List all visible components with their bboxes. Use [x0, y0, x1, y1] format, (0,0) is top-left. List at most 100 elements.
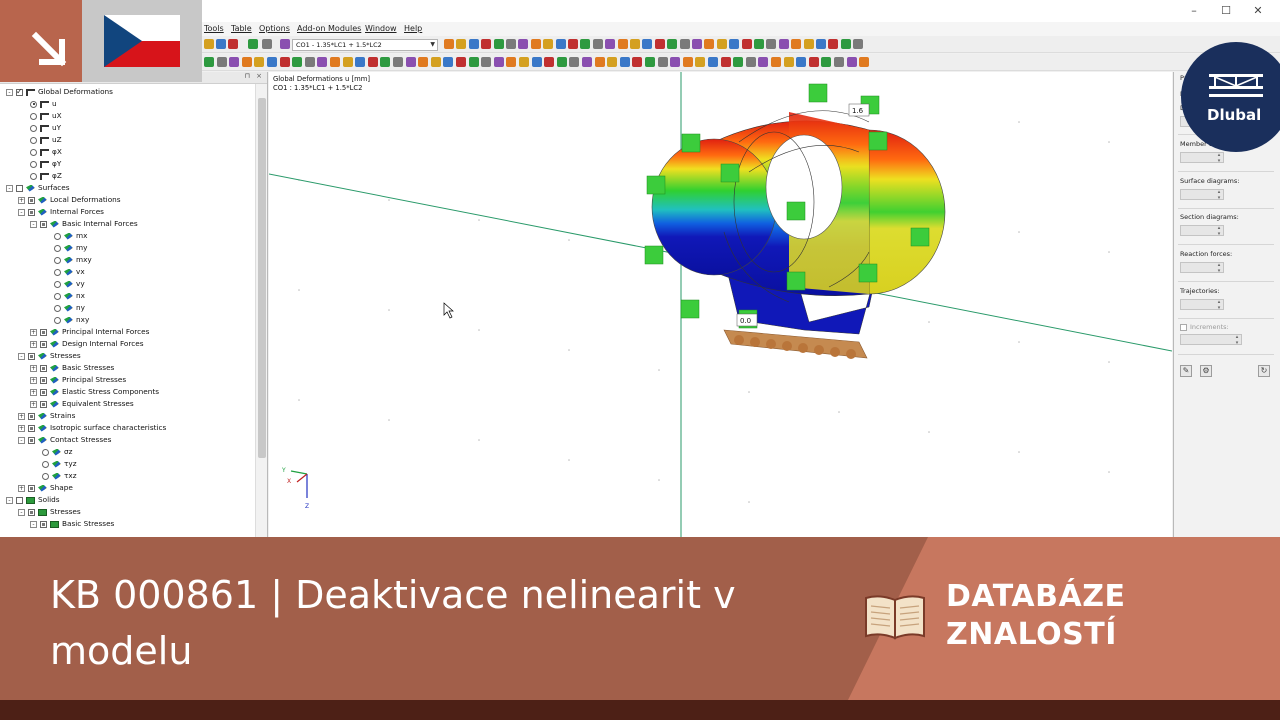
tree-item[interactable]: + Equivalent Stresses: [30, 398, 134, 410]
collapse-icon[interactable]: -: [30, 520, 37, 528]
toolbar-button[interactable]: [733, 57, 743, 67]
tree-radio[interactable]: [54, 292, 61, 300]
toolbar-button[interactable]: [828, 39, 838, 49]
tree-checkbox[interactable]: [40, 364, 47, 372]
toolbar-button[interactable]: [506, 57, 516, 67]
tree-item[interactable]: - Stresses: [18, 506, 81, 518]
toolbar-button[interactable]: [217, 57, 227, 67]
toolbar-button[interactable]: [645, 57, 655, 67]
tree-radio[interactable]: [54, 280, 61, 288]
toolbar-button[interactable]: [469, 39, 479, 49]
collapse-icon[interactable]: -: [18, 208, 25, 216]
increments-checkbox[interactable]: [1180, 324, 1187, 331]
toolbar-button[interactable]: [481, 39, 491, 49]
tree-item[interactable]: + Principal Stresses: [30, 374, 126, 386]
expand-icon[interactable]: +: [18, 412, 25, 420]
toolbar-button[interactable]: [317, 57, 327, 67]
toolbar-button[interactable]: [292, 57, 302, 67]
toolbar-button[interactable]: [556, 39, 566, 49]
tree-item[interactable]: - Surfaces: [6, 182, 70, 194]
toolbar-button[interactable]: [204, 57, 214, 67]
tree-item[interactable]: τyz: [42, 458, 77, 470]
tree-item[interactable]: + Elastic Stress Components: [30, 386, 159, 398]
toolbar-button[interactable]: [216, 39, 226, 49]
tree-item[interactable]: + Principal Internal Forces: [30, 326, 149, 338]
toolbar-button[interactable]: [418, 57, 428, 67]
toolbar-button[interactable]: [443, 57, 453, 67]
expand-icon[interactable]: +: [30, 328, 37, 336]
tree-checkbox[interactable]: [16, 86, 23, 98]
toolbar-button[interactable]: [859, 57, 869, 67]
tree-radio[interactable]: [54, 244, 61, 252]
toolbar-button[interactable]: [746, 57, 756, 67]
toolbar-button[interactable]: [754, 39, 764, 49]
close-icon[interactable]: ×: [256, 72, 262, 80]
expand-icon[interactable]: +: [30, 340, 37, 348]
toolbar-button[interactable]: [695, 57, 705, 67]
tree-radio[interactable]: [54, 232, 61, 240]
member-diagrams-spin[interactable]: [1180, 152, 1224, 164]
toolbar-button[interactable]: [779, 39, 789, 49]
toolbar-button[interactable]: [692, 39, 702, 49]
toolbar-button[interactable]: [519, 57, 529, 67]
toolbar-button[interactable]: [254, 57, 264, 67]
tree-checkbox[interactable]: [28, 208, 35, 216]
toolbar-button[interactable]: [406, 57, 416, 67]
tree-checkbox[interactable]: [28, 424, 35, 432]
toolbar-button[interactable]: [742, 39, 752, 49]
tree-item[interactable]: - Basic Internal Forces: [30, 218, 138, 230]
navigator-scrollbar[interactable]: [255, 84, 267, 538]
tree-radio[interactable]: [30, 100, 37, 108]
tree-item[interactable]: vx: [54, 266, 85, 278]
minimize-button[interactable]: –: [1178, 2, 1210, 20]
toolbar-button[interactable]: [456, 57, 466, 67]
tree-item[interactable]: + Local Deformations: [18, 194, 121, 206]
maximize-button[interactable]: ☐: [1210, 2, 1242, 20]
toolbar-button[interactable]: [543, 39, 553, 49]
menu-tools[interactable]: Tools: [204, 24, 224, 33]
toolbar-button[interactable]: [544, 57, 554, 67]
tree-checkbox[interactable]: [40, 328, 47, 336]
tree-checkbox[interactable]: [40, 400, 47, 408]
close-window-button[interactable]: ✕: [1242, 2, 1274, 20]
toolbar-button[interactable]: [228, 39, 238, 49]
section-diagrams-spin[interactable]: [1180, 225, 1224, 237]
toolbar-button[interactable]: [242, 57, 252, 67]
toolbar-button[interactable]: [758, 57, 768, 67]
collapse-icon[interactable]: -: [30, 220, 37, 228]
tree-radio[interactable]: [54, 268, 61, 276]
tree-radio[interactable]: [42, 472, 49, 480]
expand-icon[interactable]: +: [30, 388, 37, 396]
tree-radio[interactable]: [54, 304, 61, 312]
collapse-icon[interactable]: -: [18, 508, 25, 516]
tree-item[interactable]: φZ: [30, 170, 62, 182]
tree-checkbox[interactable]: [40, 376, 47, 384]
tree-item[interactable]: uZ: [30, 134, 62, 146]
expand-icon[interactable]: +: [30, 364, 37, 372]
tree-item[interactable]: my: [54, 242, 87, 254]
tree-checkbox[interactable]: [40, 520, 47, 528]
toolbar-button[interactable]: [595, 57, 605, 67]
toolbar-button[interactable]: [766, 39, 776, 49]
tree-checkbox[interactable]: [28, 352, 35, 360]
tree-item[interactable]: - Stresses: [18, 350, 81, 362]
collapse-icon[interactable]: -: [18, 352, 25, 360]
menu-table[interactable]: Table: [231, 24, 252, 33]
toolbar-button[interactable]: [518, 39, 528, 49]
toolbar-button[interactable]: [841, 39, 851, 49]
tree-item[interactable]: - Internal Forces: [18, 206, 104, 218]
toolbar-button[interactable]: [630, 39, 640, 49]
tree-item[interactable]: σz: [42, 446, 72, 458]
tree-item[interactable]: + Isotropic surface characteristics: [18, 422, 166, 434]
tree-radio[interactable]: [54, 256, 61, 264]
toolbar-button[interactable]: [355, 57, 365, 67]
toolbar-button[interactable]: [267, 57, 277, 67]
toolbar-button[interactable]: [620, 57, 630, 67]
tree-item[interactable]: mx: [54, 230, 87, 242]
toolbar-button[interactable]: [280, 57, 290, 67]
toolbar-button[interactable]: [368, 57, 378, 67]
tree-checkbox[interactable]: [28, 484, 35, 492]
toolbar-button[interactable]: [506, 39, 516, 49]
toolbar-button[interactable]: [680, 39, 690, 49]
tree-radio[interactable]: [30, 172, 37, 180]
